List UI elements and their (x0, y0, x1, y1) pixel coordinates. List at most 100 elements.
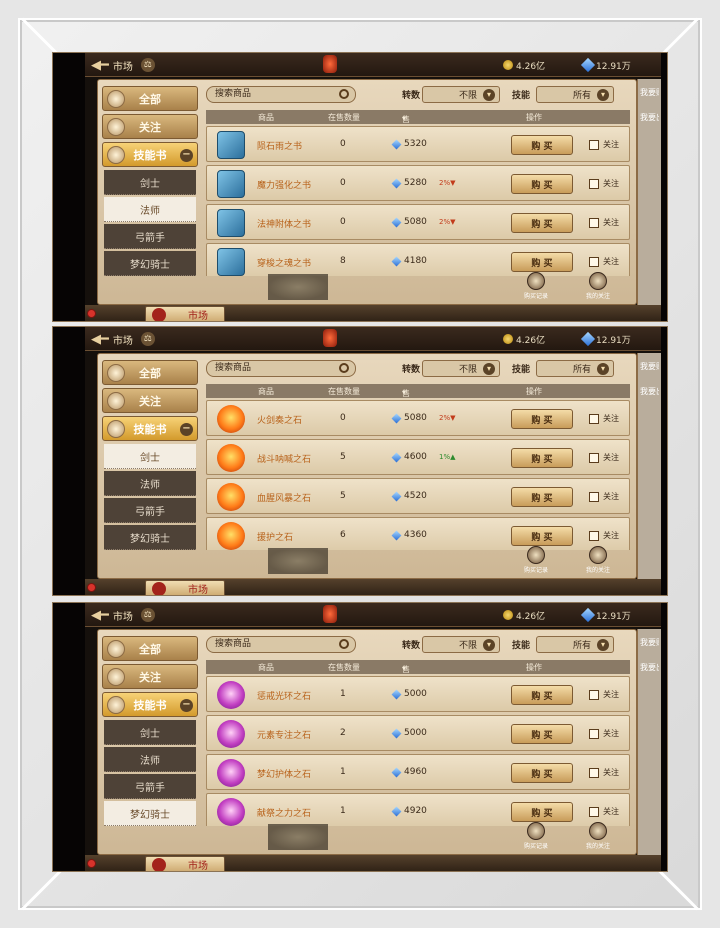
category-all[interactable]: 全部 (102, 636, 198, 661)
follow-checkbox[interactable]: 关注 (589, 178, 619, 189)
search-input[interactable]: 搜索商品 (206, 636, 356, 653)
follow-checkbox[interactable]: 关注 (589, 256, 619, 267)
scale-icon[interactable]: ⚖ (140, 608, 155, 622)
sub-category-dream-knight[interactable]: 梦幻骑士 (104, 525, 196, 550)
scale-icon[interactable]: ⚖ (140, 332, 155, 346)
buy-button[interactable]: 购 买 (511, 409, 573, 429)
my-follow-button[interactable]: 我的关注 (576, 546, 620, 574)
want-buy-tab[interactable]: 我要购买 (640, 361, 659, 372)
sub-category-mage[interactable]: 法师 (104, 197, 196, 222)
rebirth-select[interactable]: 不限 ▾ (422, 636, 500, 653)
fire-stone-icon[interactable] (217, 483, 245, 511)
table-row[interactable]: 法神附体之书 0 5080 2%▼ 购 买 关注 (206, 204, 630, 240)
collapse-icon[interactable]: − (180, 699, 193, 712)
book-item-icon[interactable] (217, 170, 245, 198)
purchase-record-button[interactable]: 购买记录 (514, 272, 558, 300)
follow-checkbox[interactable]: 关注 (589, 491, 619, 502)
sub-category-swordsman[interactable]: 剑士 (104, 170, 196, 195)
table-row[interactable]: 梦幻护体之石 1 4960 购 买 关注 (206, 754, 630, 790)
search-input[interactable]: 搜索商品 (206, 86, 356, 103)
collapse-icon[interactable]: − (180, 423, 193, 436)
table-row[interactable]: 火剑奏之石 0 5080 2%▼ 购 买 关注 (206, 400, 630, 436)
follow-checkbox[interactable]: 关注 (589, 728, 619, 739)
purple-stone-icon[interactable] (217, 681, 245, 709)
category-all[interactable]: 全部 (102, 360, 198, 385)
buy-button[interactable]: 购 买 (511, 252, 573, 272)
purchase-record-button[interactable]: 购买记录 (514, 546, 558, 574)
want-sell-tab[interactable]: 我要出售 (640, 112, 659, 123)
follow-checkbox[interactable]: 关注 (589, 139, 619, 150)
follow-checkbox[interactable]: 关注 (589, 452, 619, 463)
purple-stone-icon[interactable] (217, 720, 245, 748)
table-row[interactable]: 陨石雨之书 0 5320 购 买 关注 (206, 126, 630, 162)
want-buy-tab[interactable]: 我要购买 (640, 87, 659, 98)
category-follow[interactable]: 关注 (102, 388, 198, 413)
my-follow-button[interactable]: 我的关注 (576, 822, 620, 850)
category-follow[interactable]: 关注 (102, 114, 198, 139)
table-row[interactable]: 魔力强化之书 0 5280 2%▼ 购 买 关注 (206, 165, 630, 201)
sub-category-swordsman[interactable]: 剑士 (104, 720, 196, 745)
purple-stone-icon[interactable] (217, 798, 245, 826)
rebirth-select[interactable]: 不限 ▾ (422, 86, 500, 103)
back-button[interactable]: ◀━ 市场 ⚖ (91, 330, 155, 348)
skill-select[interactable]: 所有 ▾ (536, 360, 614, 377)
category-skill-book[interactable]: 技能书 − (102, 142, 198, 167)
buy-button[interactable]: 购 买 (511, 174, 573, 194)
sub-category-dream-knight[interactable]: 梦幻骑士 (104, 251, 196, 276)
table-row[interactable]: 惩戒光环之石 1 5000 购 买 关注 (206, 676, 630, 712)
sub-category-mage[interactable]: 法师 (104, 471, 196, 496)
follow-checkbox[interactable]: 关注 (589, 413, 619, 424)
follow-checkbox[interactable]: 关注 (589, 767, 619, 778)
search-icon[interactable] (339, 639, 349, 649)
market-tab[interactable]: 市场 (145, 580, 225, 595)
buy-button[interactable]: 购 买 (511, 448, 573, 468)
sub-category-archer[interactable]: 弓箭手 (104, 774, 196, 799)
rebirth-select[interactable]: 不限 ▾ (422, 360, 500, 377)
purple-stone-icon[interactable] (217, 759, 245, 787)
buy-button[interactable]: 购 买 (511, 487, 573, 507)
fire-stone-icon[interactable] (217, 444, 245, 472)
buy-button[interactable]: 购 买 (511, 526, 573, 546)
buy-button[interactable]: 购 买 (511, 724, 573, 744)
category-all[interactable]: 全部 (102, 86, 198, 111)
search-input[interactable]: 搜索商品 (206, 360, 356, 377)
follow-checkbox[interactable]: 关注 (589, 689, 619, 700)
skill-select[interactable]: 所有 ▾ (536, 636, 614, 653)
market-tab[interactable]: 市场 (145, 306, 225, 321)
buy-button[interactable]: 购 买 (511, 213, 573, 233)
purchase-record-button[interactable]: 购买记录 (514, 822, 558, 850)
sub-category-swordsman[interactable]: 剑士 (104, 444, 196, 469)
want-buy-tab[interactable]: 我要购买 (640, 637, 659, 648)
sub-category-dream-knight[interactable]: 梦幻骑士 (104, 801, 196, 826)
skill-select[interactable]: 所有 ▾ (536, 86, 614, 103)
search-icon[interactable] (339, 363, 349, 373)
book-item-icon[interactable] (217, 209, 245, 237)
buy-button[interactable]: 购 买 (511, 802, 573, 822)
search-icon[interactable] (339, 89, 349, 99)
market-tab[interactable]: 市场 (145, 856, 225, 871)
book-item-icon[interactable] (217, 248, 245, 276)
buy-button[interactable]: 购 买 (511, 685, 573, 705)
buy-button[interactable]: 购 买 (511, 763, 573, 783)
category-skill-book[interactable]: 技能书 − (102, 692, 198, 717)
collapse-icon[interactable]: − (180, 149, 193, 162)
buy-button[interactable]: 购 买 (511, 135, 573, 155)
follow-checkbox[interactable]: 关注 (589, 217, 619, 228)
table-row[interactable]: 血腥风暴之石 5 4520 购 买 关注 (206, 478, 630, 514)
scale-icon[interactable]: ⚖ (140, 58, 155, 72)
want-sell-tab[interactable]: 我要出售 (640, 662, 659, 673)
category-follow[interactable]: 关注 (102, 664, 198, 689)
follow-checkbox[interactable]: 关注 (589, 806, 619, 817)
follow-checkbox[interactable]: 关注 (589, 530, 619, 541)
back-button[interactable]: ◀━ 市场 ⚖ (91, 606, 155, 624)
table-row[interactable]: 战斗呐喊之石 5 4600 1%▲ 购 买 关注 (206, 439, 630, 475)
back-button[interactable]: ◀━ 市场 ⚖ (91, 56, 155, 74)
sub-category-archer[interactable]: 弓箭手 (104, 498, 196, 523)
table-row[interactable]: 元素专注之石 2 5000 购 买 关注 (206, 715, 630, 751)
book-item-icon[interactable] (217, 131, 245, 159)
fire-stone-icon[interactable] (217, 522, 245, 550)
fire-stone-icon[interactable] (217, 405, 245, 433)
want-sell-tab[interactable]: 我要出售 (640, 386, 659, 397)
my-follow-button[interactable]: 我的关注 (576, 272, 620, 300)
sub-category-mage[interactable]: 法师 (104, 747, 196, 772)
